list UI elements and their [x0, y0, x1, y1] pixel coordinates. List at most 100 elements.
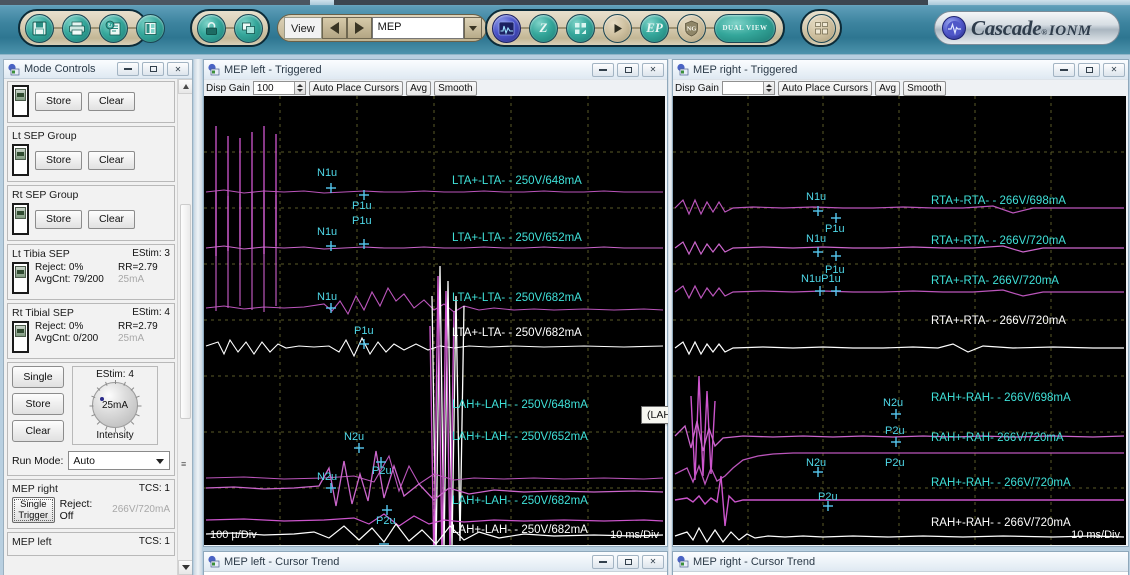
mep-right-trend-window: MEP right - Cursor Trend [672, 551, 1129, 575]
trace-label: LAH+-LAH- - 250V/652mA [452, 431, 588, 443]
enable-toggle-lt-tibia[interactable] [12, 262, 29, 294]
minimize-button[interactable] [117, 62, 139, 76]
clear-button-0[interactable]: Clear [88, 91, 135, 111]
group-row-0: Store Clear [7, 81, 175, 123]
avg-button[interactable]: Avg [875, 80, 901, 96]
group-rt-sep: Rt SEP Group Store Clear [7, 185, 175, 241]
trace-label: RTA+-RTA- - 266V/720mA [931, 315, 1066, 327]
disp-gain-spinner[interactable] [721, 81, 775, 95]
enable-toggle-rt-tibial[interactable] [12, 321, 29, 353]
maximize-button[interactable] [142, 62, 164, 76]
ep-label: EP [646, 20, 663, 35]
close-icon[interactable]: ✕ [642, 554, 664, 569]
mep-right-trend-plot[interactable] [673, 571, 1128, 575]
disp-gain-input[interactable] [253, 82, 294, 94]
clear-button-rt-sep[interactable]: Clear [88, 209, 135, 229]
maximize-button[interactable] [617, 554, 639, 569]
disp-gain-input[interactable] [722, 82, 763, 94]
store-button[interactable]: Store [12, 393, 64, 415]
single-button[interactable]: Single [12, 366, 64, 388]
waveform-icon[interactable] [492, 13, 521, 43]
minimize-button[interactable] [592, 62, 614, 77]
minimize-button[interactable] [592, 554, 614, 569]
view-next-button[interactable] [346, 17, 372, 39]
mep-right-titlebar: MEP right - Triggered ✕ [673, 60, 1128, 79]
enable-toggle-0[interactable] [12, 85, 29, 117]
avg-button[interactable]: Avg [406, 80, 432, 96]
single-trigger-line2: Trigger [18, 510, 49, 521]
stim-buttons-column: Single Store Clear [12, 366, 64, 442]
knob-estim-caption: EStim: 4 [96, 369, 134, 380]
channel-estim: EStim: 3 [132, 248, 170, 259]
impedance-z-icon[interactable]: Z [529, 13, 558, 43]
auto-place-cursors-button[interactable]: Auto Place Cursors [777, 80, 873, 96]
dual-view-icon[interactable]: DUAL VIEW [714, 13, 776, 43]
logo-orb-icon [942, 16, 966, 40]
mep-right-tcs: TCS: 1 [138, 483, 170, 494]
close-icon[interactable]: ✕ [167, 62, 189, 76]
store-button-lt-sep[interactable]: Store [35, 150, 82, 170]
run-mode-select[interactable]: Auto [68, 451, 170, 470]
mep-right-trend-title: MEP right - Cursor Trend [693, 555, 816, 568]
chevron-down-icon[interactable] [463, 17, 482, 39]
knob-tick [115, 380, 116, 384]
mep-right-toolbar: Disp Gain Auto Place Cursors Avg Smooth [673, 79, 1128, 96]
scrollbar-thumb[interactable] [180, 204, 191, 419]
store-button-rt-sep[interactable]: Store [35, 209, 82, 229]
application-window: ↻ View MEP Z EP NG DUAL VIEW Cascade ® I… [0, 0, 1130, 575]
cursor-label: P2u [885, 425, 905, 437]
channel-lt-tibia-sep: Lt Tibia SEP EStim: 3 Reject: 0% AvgCnt: [7, 244, 175, 300]
ep-icon[interactable]: EP [640, 13, 669, 43]
dual-view-label: DUAL VIEW [722, 24, 768, 32]
vertical-splitter[interactable] [668, 59, 672, 575]
disp-gain-spinner[interactable] [252, 81, 306, 95]
spinner-arrows[interactable] [293, 82, 305, 94]
montage-icon[interactable] [566, 13, 595, 43]
lock-icon[interactable] [197, 13, 226, 43]
sidebar-splitter[interactable] [194, 59, 202, 575]
title-strip-dark-left [0, 0, 310, 5]
minimize-button[interactable] [1053, 62, 1075, 77]
report-icon[interactable]: ↻ [99, 13, 128, 43]
mep-left-plot[interactable]: N1u P1u P1u N1u N1u P1u N2u P2u N2u P2u … [204, 96, 665, 545]
intensity-knob[interactable]: 25mA [89, 380, 142, 432]
enable-toggle-rt-sep[interactable] [12, 203, 29, 235]
play-icon[interactable] [603, 13, 632, 43]
run-mode-row: Run Mode: Auto [12, 451, 170, 470]
smooth-button[interactable]: Smooth [434, 80, 477, 96]
cursor-label: N1u [317, 291, 337, 303]
close-icon[interactable]: ✕ [1103, 62, 1125, 77]
smooth-button[interactable]: Smooth [903, 80, 946, 96]
stimulation-controls: Single Store Clear EStim: 4 25mA Intensi… [7, 362, 175, 476]
clear-button[interactable]: Clear [12, 420, 64, 442]
arrange-windows-icon[interactable] [807, 13, 836, 43]
trace-label: LTA+-LTA- - 250V/682mA [452, 327, 582, 339]
mep-right-plot[interactable]: N1u P1u N1u P1u N1uP1u N2u P2u P2u N2u P… [673, 96, 1126, 545]
view-prev-button[interactable] [321, 17, 347, 39]
avgcnt-label: AvgCnt: [35, 274, 71, 285]
trace-label: LTA+-LTA- - 250V/682mA [452, 292, 582, 304]
trace-label: LAH+-LAH- - 250V/682mA [452, 524, 588, 536]
spinner-arrows[interactable] [762, 82, 774, 94]
auto-place-cursors-button[interactable]: Auto Place Cursors [308, 80, 404, 96]
save-icon[interactable] [25, 13, 54, 43]
panel-window-icon [207, 63, 220, 76]
ng-icon[interactable]: NG [677, 13, 706, 43]
clear-button-lt-sep[interactable]: Clear [88, 150, 135, 170]
store-button-0[interactable]: Store [35, 91, 82, 111]
mode-controls-scroll-content: Store Clear Lt SEP Group Store Clear Rt … [4, 79, 178, 556]
close-icon[interactable]: ✕ [642, 62, 664, 77]
print-icon[interactable] [62, 13, 91, 43]
scroll-down-button[interactable] [178, 560, 192, 575]
channel-avgcnt: AvgCnt: 0/200 [35, 333, 112, 345]
layout-icon[interactable] [136, 13, 165, 43]
scroll-up-button[interactable] [178, 79, 192, 94]
view-combo-value[interactable]: MEP [371, 17, 464, 39]
maximize-button[interactable] [617, 62, 639, 77]
single-trigger-button[interactable]: Single Trigger [12, 497, 55, 523]
windows-icon[interactable] [234, 13, 263, 43]
enable-toggle-lt-sep[interactable] [12, 144, 29, 176]
mep-left-trend-plot[interactable] [204, 571, 667, 575]
maximize-button[interactable] [1078, 62, 1100, 77]
sidebar-scrollbar[interactable]: ≡ [177, 79, 192, 575]
